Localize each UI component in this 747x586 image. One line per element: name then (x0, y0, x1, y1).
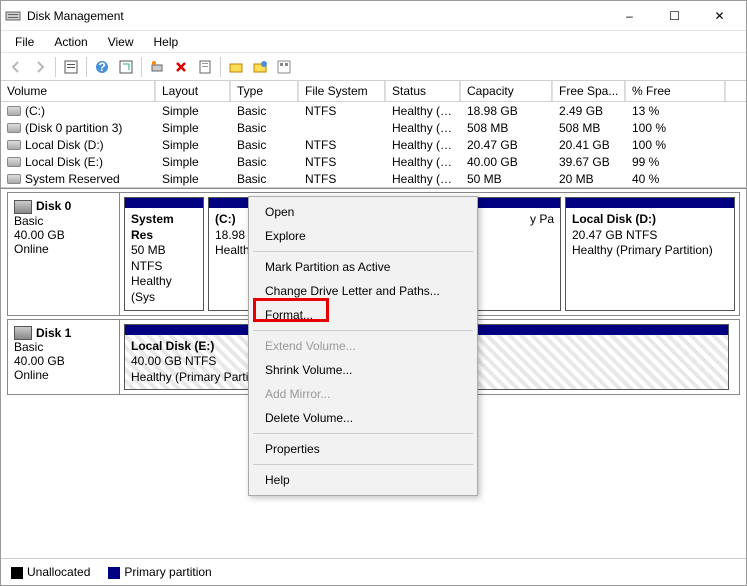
maximize-button[interactable]: ☐ (652, 1, 697, 31)
window-title: Disk Management (27, 9, 607, 23)
action3-button[interactable] (249, 56, 271, 78)
menu-view[interactable]: View (98, 33, 144, 51)
volume-row[interactable]: System ReservedSimpleBasicNTFSHealthy (S… (1, 170, 746, 187)
context-menu-item[interactable]: Change Drive Letter and Paths... (251, 279, 475, 303)
legend-primary: Primary partition (108, 565, 211, 579)
action1-button[interactable] (146, 56, 168, 78)
context-menu-item[interactable]: Shrink Volume... (251, 358, 475, 382)
context-menu-item[interactable]: Help (251, 468, 475, 492)
legend: Unallocated Primary partition (1, 558, 746, 585)
col-status[interactable]: Status (386, 81, 461, 101)
col-type[interactable]: Type (231, 81, 299, 101)
volume-row[interactable]: (Disk 0 partition 3)SimpleBasicHealthy (… (1, 119, 746, 136)
titlebar: Disk Management – ☐ ✕ (1, 1, 746, 31)
toolbar-separator (220, 57, 221, 77)
volume-row[interactable]: (C:)SimpleBasicNTFSHealthy (B...18.98 GB… (1, 102, 746, 119)
action2-button[interactable] (225, 56, 247, 78)
menu-file[interactable]: File (5, 33, 44, 51)
toolbar: ? (1, 53, 746, 81)
volume-header-row: Volume Layout Type File System Status Ca… (1, 81, 746, 102)
help-button[interactable]: ? (91, 56, 113, 78)
context-menu-separator (253, 464, 473, 465)
unallocated-swatch (11, 567, 23, 579)
volume-row[interactable]: Local Disk (D:)SimpleBasicNTFSHealthy (P… (1, 136, 746, 153)
primary-swatch (108, 567, 120, 579)
context-menu-separator (253, 330, 473, 331)
volume-rows: (C:)SimpleBasicNTFSHealthy (B...18.98 GB… (1, 102, 746, 187)
col-volume[interactable]: Volume (1, 81, 156, 101)
context-menu-item: Extend Volume... (251, 334, 475, 358)
properties-button[interactable] (194, 56, 216, 78)
disk-label[interactable]: Disk 1Basic40.00 GBOnline (8, 320, 120, 395)
context-menu-item: Add Mirror... (251, 382, 475, 406)
menu-action[interactable]: Action (44, 33, 97, 51)
back-button (5, 56, 27, 78)
context-menu-item[interactable]: Delete Volume... (251, 406, 475, 430)
col-layout[interactable]: Layout (156, 81, 231, 101)
volume-row[interactable]: Local Disk (E:)SimpleBasicNTFSHealthy (P… (1, 153, 746, 170)
forward-button (29, 56, 51, 78)
toolbar-separator (86, 57, 87, 77)
volume-list: Volume Layout Type File System Status Ca… (1, 81, 746, 188)
svg-text:?: ? (98, 60, 105, 74)
col-free[interactable]: Free Spa... (553, 81, 626, 101)
toolbar-separator (141, 57, 142, 77)
legend-unallocated: Unallocated (11, 565, 90, 579)
context-menu-item[interactable]: Open (251, 200, 475, 224)
close-button[interactable]: ✕ (697, 1, 742, 31)
col-capacity[interactable]: Capacity (461, 81, 553, 101)
window-controls: – ☐ ✕ (607, 1, 742, 31)
col-filesystem[interactable]: File System (299, 81, 386, 101)
context-menu-item[interactable]: Mark Partition as Active (251, 255, 475, 279)
refresh-button[interactable] (115, 56, 137, 78)
context-menu-item[interactable]: Format... (251, 303, 475, 327)
disk-label[interactable]: Disk 0Basic40.00 GBOnline (8, 193, 120, 315)
delete-button[interactable] (170, 56, 192, 78)
context-menu[interactable]: OpenExplore Mark Partition as ActiveChang… (248, 196, 478, 496)
menubar: File Action View Help (1, 31, 746, 53)
col-pct[interactable]: % Free (626, 81, 726, 101)
context-menu-separator (253, 251, 473, 252)
partition[interactable]: System Res50 MB NTFSHealthy (Sys (124, 197, 204, 311)
context-menu-item[interactable]: Properties (251, 437, 475, 461)
partition[interactable]: Local Disk (D:)20.47 GB NTFSHealthy (Pri… (565, 197, 735, 311)
toolbar-separator (55, 57, 56, 77)
action4-button[interactable] (273, 56, 295, 78)
minimize-button[interactable]: – (607, 1, 652, 31)
menu-help[interactable]: Help (144, 33, 189, 51)
context-menu-item[interactable]: Explore (251, 224, 475, 248)
app-icon (5, 8, 21, 24)
context-menu-separator (253, 433, 473, 434)
settings-button[interactable] (60, 56, 82, 78)
